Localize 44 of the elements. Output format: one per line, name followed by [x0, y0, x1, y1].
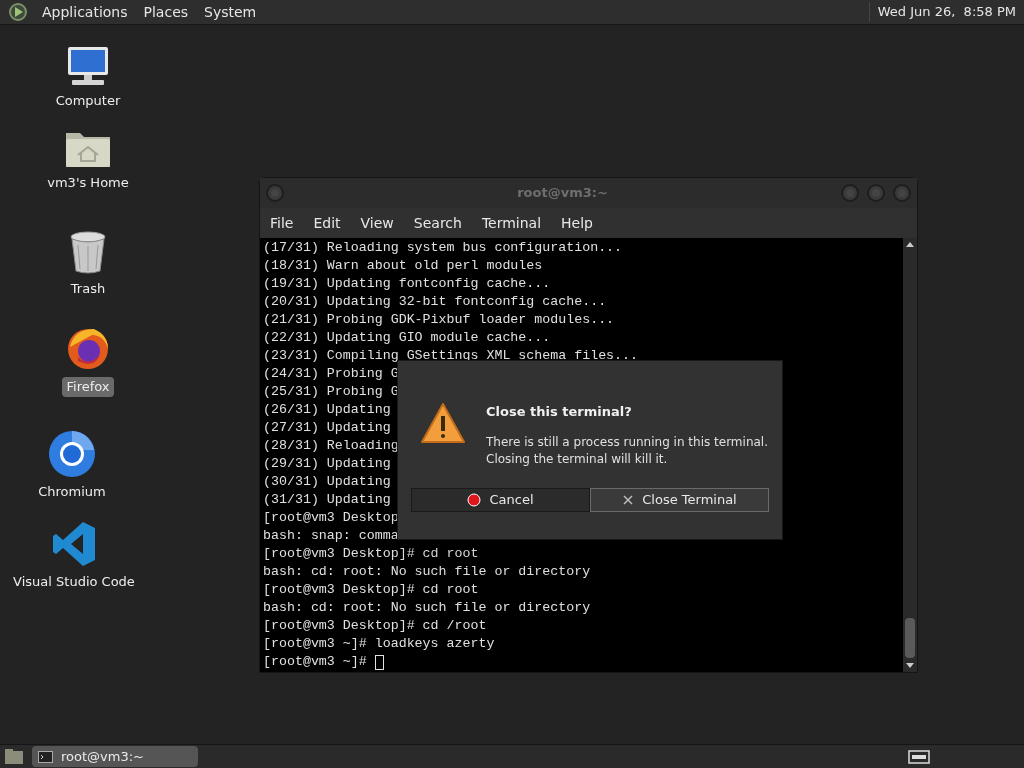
terminal-line: (30/31) Updating: [263, 473, 391, 491]
terminal-line: (27/31) Updating: [263, 419, 391, 437]
desktop-icon-label[interactable]: Trash: [66, 279, 110, 299]
terminal-line: [root@vm3 Desktop: [263, 509, 399, 527]
cancel-button[interactable]: Cancel: [411, 487, 590, 512]
terminal-line: [root@vm3 Desktop]# cd /root: [263, 617, 487, 635]
terminal-line: (22/31) Updating GIO module cache...: [263, 329, 551, 347]
menu-item[interactable]: File: [270, 212, 294, 234]
taskbar-button[interactable]: root@vm3:~: [32, 746, 198, 767]
clock[interactable]: Wed Jun 26, 8:58 PM: [868, 2, 1016, 22]
terminal-line: bash: cd: root: No such file or directory: [263, 563, 591, 581]
terminal-line: (20/31) Updating 32-bit fontconfig cache...: [263, 293, 607, 311]
terminal-line: (21/31) Probing GDK-Pixbuf loader modules...: [263, 311, 615, 329]
dialog-title: Close this terminal?: [486, 403, 633, 421]
terminal-line: [root@vm3 Desktop]# cd root: [263, 545, 479, 563]
panel-menu[interactable]: System: [202, 1, 259, 23]
dialog-message: There is still a process running in this terminal. Closing the terminal will kill it.: [486, 433, 768, 468]
terminal-line: [root@vm3 ~]# loadkeys azerty: [263, 635, 495, 653]
panel-menu[interactable]: Applications: [40, 1, 130, 23]
terminal-line: (23/31) Compiling GSettings XML schema files...: [263, 347, 639, 365]
desktop-icon-label[interactable]: Computer: [51, 91, 125, 111]
terminal-line: (29/31) Updating: [263, 455, 391, 473]
terminal-line: (28/31) Reloading: [263, 437, 399, 455]
menu-item[interactable]: Terminal: [481, 212, 542, 234]
menu-item[interactable]: Edit: [313, 212, 341, 234]
panel-menu[interactable]: Places: [141, 1, 191, 23]
terminal-line: bash: snap: comma: [263, 527, 399, 545]
terminal-line: (26/31) Updating: [263, 401, 391, 419]
window-title: root@vm3:~: [516, 184, 609, 203]
close-terminal-button[interactable]: Close Terminal: [590, 487, 769, 512]
terminal-line: (31/31) Updating: [263, 491, 391, 509]
terminal-line: (19/31) Updating fontconfig cache...: [263, 275, 551, 293]
terminal-line: [root@vm3 ~]#: [263, 653, 368, 671]
menu-item[interactable]: View: [360, 212, 394, 234]
desktop-icon-label[interactable]: Firefox: [62, 377, 114, 397]
desktop-icon-label[interactable]: Visual Studio Code: [9, 572, 139, 592]
desktop-icon-label[interactable]: vm3's Home: [43, 173, 133, 193]
terminal-line: [root@vm3 Desktop]# cd root: [263, 581, 479, 599]
desktop-icon-label[interactable]: Chromium: [34, 482, 110, 502]
terminal-line: (17/31) Reloading system bus configuration...: [263, 239, 623, 257]
menu-item[interactable]: Help: [561, 212, 593, 234]
terminal-line: (18/31) Warn about old perl modules: [263, 257, 543, 275]
terminal-line: bash: cd: root: No such file or directory: [263, 599, 591, 617]
menu-item[interactable]: Search: [413, 212, 462, 234]
